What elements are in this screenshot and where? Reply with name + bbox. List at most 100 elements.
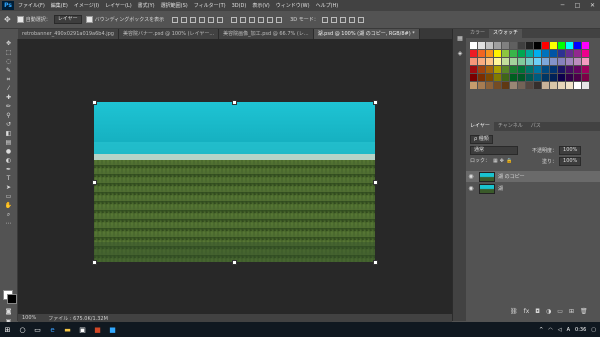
hand-tool-icon[interactable]: ✋: [0, 201, 17, 210]
color-swatch[interactable]: [470, 58, 477, 65]
tab-channels[interactable]: チャンネル: [494, 122, 527, 131]
color-swatch[interactable]: [582, 82, 589, 89]
align-center-icon[interactable]: [208, 16, 215, 23]
color-swatch[interactable]: [582, 42, 589, 49]
color-swatch[interactable]: [550, 66, 557, 73]
color-swatch[interactable]: [518, 50, 525, 57]
tab-paths[interactable]: パス: [527, 122, 545, 131]
lock-position-icon[interactable]: ✥: [500, 158, 504, 164]
auto-select-dropdown[interactable]: レイヤー: [53, 15, 82, 24]
maximize-button[interactable]: □: [570, 0, 585, 11]
color-swatch[interactable]: [526, 66, 533, 73]
distribute-top-icon[interactable]: [231, 16, 238, 23]
document-canvas[interactable]: [94, 102, 375, 262]
adjustment-layer-icon[interactable]: ◑: [546, 308, 551, 315]
color-swatch[interactable]: [478, 74, 485, 81]
layer-row-lake[interactable]: ◉ 湖: [466, 183, 600, 194]
color-swatch[interactable]: [478, 66, 485, 73]
new-layer-icon[interactable]: ⊞: [569, 308, 574, 315]
color-swatch[interactable]: [526, 58, 533, 65]
align-right-icon[interactable]: [217, 16, 224, 23]
color-swatch[interactable]: [518, 42, 525, 49]
marquee-tool-icon[interactable]: ⬚: [0, 48, 17, 57]
add-mask-icon[interactable]: ◘: [535, 308, 540, 315]
align-bottom-icon[interactable]: [190, 16, 197, 23]
distribute-middle-icon[interactable]: [240, 16, 247, 23]
minimize-button[interactable]: ─: [555, 0, 570, 11]
color-swatch[interactable]: [558, 74, 565, 81]
color-swatch[interactable]: [486, 42, 493, 49]
color-swatch[interactable]: [526, 50, 533, 57]
layer-filter-kind[interactable]: ρ 種類: [470, 135, 497, 144]
color-swatch[interactable]: [550, 74, 557, 81]
powerpoint-icon[interactable]: ■: [90, 322, 105, 337]
canvas-area[interactable]: [18, 39, 452, 314]
color-swatch[interactable]: [550, 50, 557, 57]
color-swatch[interactable]: [478, 42, 485, 49]
fx-icon[interactable]: fx: [524, 308, 530, 315]
color-swatch[interactable]: [510, 42, 517, 49]
color-swatch[interactable]: [510, 58, 517, 65]
distribute-bottom-icon[interactable]: [249, 16, 256, 23]
rectangle-tool-icon[interactable]: ▭: [0, 192, 17, 201]
color-swatch[interactable]: [582, 66, 589, 73]
color-swatch[interactable]: [566, 42, 573, 49]
color-swatch[interactable]: [534, 58, 541, 65]
slide-3d-icon[interactable]: [348, 16, 355, 23]
tab-swatches[interactable]: スウォッチ: [489, 29, 523, 38]
color-swatch[interactable]: [566, 66, 573, 73]
eyedropper-tool-icon[interactable]: ⁄: [0, 84, 17, 93]
menu-item[interactable]: 書式(Y): [138, 2, 155, 9]
store-icon[interactable]: ▣: [75, 322, 90, 337]
bbox-checkbox[interactable]: [85, 16, 93, 23]
tab-retrobanner[interactable]: retrobanner_490x0291a019a6b4.jpg: [18, 29, 119, 39]
eraser-tool-icon[interactable]: ◧: [0, 129, 17, 138]
color-swatch[interactable]: [510, 66, 517, 73]
color-swatch[interactable]: [470, 82, 477, 89]
tab-color[interactable]: カラー: [466, 29, 489, 38]
more-tools-icon[interactable]: ⋯: [0, 219, 17, 228]
quick-mask-icon[interactable]: ◙: [0, 307, 17, 316]
menu-item[interactable]: 選択範囲(S): [161, 2, 188, 9]
color-swatch[interactable]: [494, 58, 501, 65]
transform-handle[interactable]: [373, 260, 378, 265]
color-swatch[interactable]: [502, 74, 509, 81]
color-swatch[interactable]: [534, 82, 541, 89]
lock-all-icon[interactable]: 🔒: [506, 158, 512, 164]
close-button[interactable]: ✕: [585, 0, 600, 11]
color-swatch[interactable]: [494, 42, 501, 49]
color-swatch[interactable]: [566, 74, 573, 81]
color-swatch[interactable]: [478, 58, 485, 65]
color-swatch[interactable]: [470, 66, 477, 73]
color-swatch[interactable]: [526, 74, 533, 81]
color-swatch[interactable]: [534, 66, 541, 73]
notification-icon[interactable]: ▢: [591, 327, 596, 333]
move-tool-icon[interactable]: ✥: [4, 15, 11, 24]
color-swatch[interactable]: [470, 50, 477, 57]
menu-item[interactable]: 表示(V): [252, 2, 269, 9]
pen-tool-icon[interactable]: ✒: [0, 165, 17, 174]
menu-item[interactable]: 編集(E): [51, 2, 68, 9]
pan-3d-icon[interactable]: [339, 16, 346, 23]
color-swatch[interactable]: [558, 58, 565, 65]
lock-pixels-icon[interactable]: ▦: [493, 158, 498, 164]
color-swatch[interactable]: [574, 50, 581, 57]
menu-item[interactable]: イメージ(I): [74, 2, 99, 9]
distribute-center-icon[interactable]: [267, 16, 274, 23]
distribute-right-icon[interactable]: [276, 16, 283, 23]
menu-item[interactable]: ヘルプ(H): [316, 2, 339, 9]
distribute-left-icon[interactable]: [258, 16, 265, 23]
history-brush-icon[interactable]: ↺: [0, 120, 17, 129]
brush-tool-icon[interactable]: ✏: [0, 102, 17, 111]
color-swatch[interactable]: [550, 82, 557, 89]
color-swatch[interactable]: [542, 74, 549, 81]
color-swatch[interactable]: [518, 66, 525, 73]
auto-select-checkbox[interactable]: [16, 16, 24, 23]
blend-mode-dropdown[interactable]: 通常: [470, 146, 522, 155]
align-left-icon[interactable]: [199, 16, 206, 23]
color-swatch[interactable]: [486, 58, 493, 65]
color-swatch[interactable]: [510, 82, 517, 89]
photoshop-taskbar-icon[interactable]: ■: [105, 322, 120, 337]
tab-lake[interactable]: 湖.psd @ 100% (湖 のコピー, RGB/8#) *: [313, 29, 420, 39]
align-middle-icon[interactable]: [181, 16, 188, 23]
